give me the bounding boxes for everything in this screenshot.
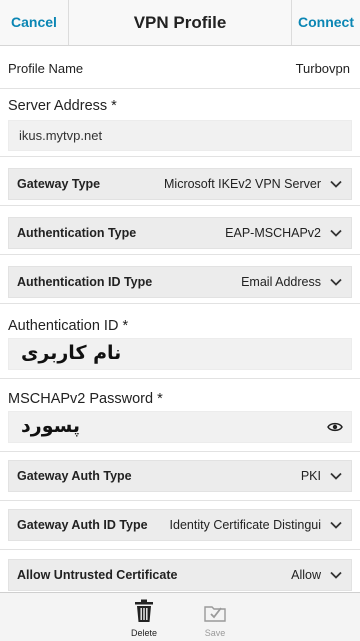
password-label: MSCHAPv2 Password * — [8, 391, 163, 407]
authentication-id-type-row: Authentication ID Type Email Address — [0, 255, 360, 304]
gateway-auth-id-type-dropdown[interactable]: Gateway Auth ID Type Identity Certificat… — [8, 509, 352, 541]
authentication-type-row: Authentication Type EAP-MSCHAPv2 — [0, 206, 360, 255]
server-address-value: ikus.mytvp.net — [19, 128, 103, 143]
gateway-auth-id-type-row: Gateway Auth ID Type Identity Certificat… — [0, 501, 360, 550]
form-content[interactable]: Profile Name Turbovpn Server Address * i… — [0, 46, 360, 592]
save-label: Save — [204, 628, 226, 638]
gateway-auth-type-label: Gateway Auth Type — [17, 469, 132, 483]
action-bar: Delete Save — [0, 592, 360, 641]
title-bar: Cancel VPN Profile Connect — [0, 0, 360, 46]
gateway-auth-id-type-label: Gateway Auth ID Type — [17, 518, 148, 532]
chevron-down-icon — [330, 229, 342, 237]
gateway-auth-type-row: Gateway Auth Type PKI — [0, 452, 360, 501]
gateway-auth-type-dropdown[interactable]: Gateway Auth Type PKI — [8, 460, 352, 492]
cancel-button[interactable]: Cancel — [0, 0, 69, 45]
authentication-id-label: Authentication ID * — [8, 318, 129, 334]
profile-name-row: Profile Name Turbovpn — [0, 46, 360, 89]
authentication-type-dropdown[interactable]: Authentication Type EAP-MSCHAPv2 — [8, 217, 352, 249]
save-button[interactable]: Save — [185, 593, 245, 641]
authentication-id-value: نام کاربری — [21, 342, 122, 364]
chevron-down-icon — [330, 571, 342, 579]
allow-untrusted-certificate-label: Allow Untrusted Certificate — [17, 568, 178, 582]
server-address-input[interactable]: ikus.mytvp.net — [8, 120, 352, 151]
server-address-label: Server Address * — [8, 98, 117, 114]
chevron-down-icon — [330, 278, 342, 286]
authentication-id-input[interactable]: نام کاربری — [8, 338, 352, 370]
gateway-type-row: Gateway Type Microsoft IKEv2 VPN Server — [0, 157, 360, 206]
page-title: VPN Profile — [133, 13, 227, 32]
password-block: MSCHAPv2 Password * پسورد — [0, 379, 360, 452]
save-icon — [204, 606, 226, 622]
gateway-type-value: Microsoft IKEv2 VPN Server — [164, 177, 321, 191]
gateway-type-dropdown[interactable]: Gateway Type Microsoft IKEv2 VPN Server — [8, 168, 352, 200]
authentication-id-type-label: Authentication ID Type — [17, 275, 153, 289]
password-value: پسورد — [21, 415, 81, 437]
eye-icon[interactable] — [327, 419, 343, 435]
authentication-type-label: Authentication Type — [17, 226, 137, 240]
allow-untrusted-certificate-row: Allow Untrusted Certificate Allow — [0, 550, 360, 592]
gateway-auth-type-value: PKI — [300, 469, 321, 483]
chevron-down-icon — [330, 180, 342, 188]
authentication-id-type-value: Email Address — [241, 275, 321, 289]
chevron-down-icon — [330, 472, 342, 480]
gateway-auth-id-type-value: Identity Certificate Distingui — [169, 518, 321, 532]
delete-button[interactable]: Delete — [114, 593, 174, 641]
delete-label: Delete — [130, 628, 157, 638]
allow-untrusted-certificate-value: Allow — [291, 568, 321, 582]
profile-name-value: Turbovpn — [295, 61, 350, 76]
password-input[interactable]: پسورد — [8, 411, 352, 443]
allow-untrusted-certificate-dropdown[interactable]: Allow Untrusted Certificate Allow — [8, 559, 352, 591]
authentication-id-block: Authentication ID * نام کاربری — [0, 304, 360, 379]
authentication-id-type-dropdown[interactable]: Authentication ID Type Email Address — [8, 266, 352, 298]
connect-button[interactable]: Connect — [291, 0, 360, 45]
gateway-type-label: Gateway Type — [17, 177, 101, 191]
chevron-down-icon — [330, 521, 342, 529]
profile-name-label: Profile Name — [8, 61, 84, 76]
server-address-block: Server Address * ikus.mytvp.net — [0, 89, 360, 157]
authentication-type-value: EAP-MSCHAPv2 — [225, 226, 321, 240]
trash-icon — [135, 599, 153, 622]
